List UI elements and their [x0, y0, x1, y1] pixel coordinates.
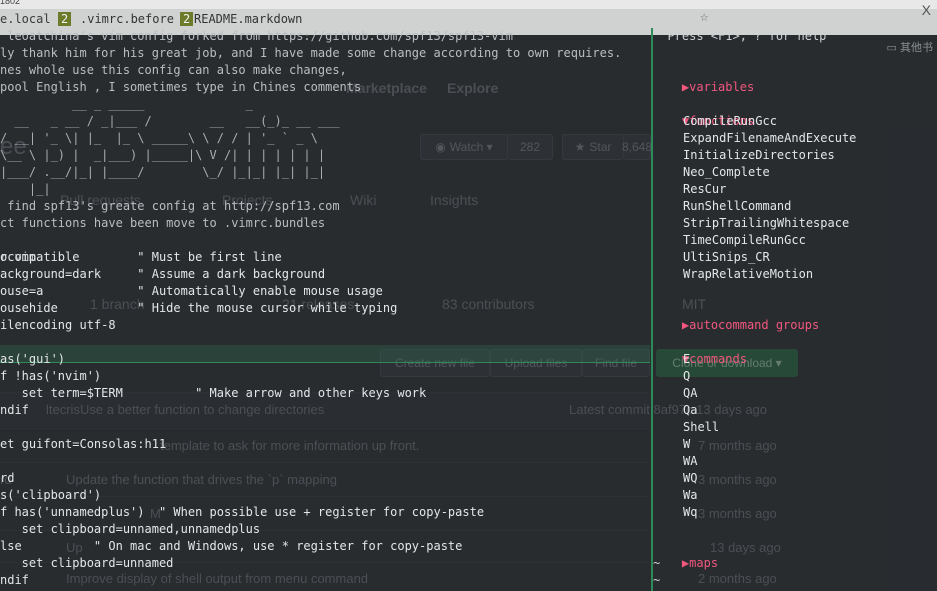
empty-line-tilde: ~: [653, 573, 661, 587]
tagbar-tag[interactable]: TimeCompileRunGcc: [683, 232, 806, 249]
empty-line-tilde: ~: [653, 556, 661, 570]
code-line: set term=$TERM " Make arrow and other ke…: [0, 386, 427, 400]
ascii-art-line: __ _ __ / _|___ / __ __(_)_ __ ___: [0, 114, 340, 128]
tagbar-group-label: maps: [689, 556, 719, 570]
code-line-current: ilencoding utf-8: [0, 318, 116, 332]
code-line: find spf13's greate config at http://spf…: [0, 199, 340, 213]
code-line: f has('unnamedplus') " When possible use…: [0, 505, 485, 519]
browser-title-text: 1802: [0, 0, 21, 6]
tagbar-tag[interactable]: Wq: [683, 504, 697, 521]
bookmark-star-icon[interactable]: ☆: [700, 9, 708, 25]
ascii-art-line: |___/ .__/|_| |____/ \_/ |_|_| |_| |_|: [0, 165, 326, 179]
tagbar-tag[interactable]: Qa: [683, 402, 697, 419]
code-line: et guifont=Consolas:h11: [0, 437, 167, 451]
ascii-art-line: / __| '_ \| |_ |_ \ _____\ \ / / | '_ ` …: [0, 131, 318, 145]
code-line: ousehide " Hide the mouse cursor while t…: [0, 301, 398, 315]
tagbar-tag[interactable]: WA: [683, 453, 697, 470]
code-line: leoatchina's vim config forked from http…: [0, 29, 513, 43]
tagbar-group-maps[interactable]: ▶maps: [653, 538, 718, 570]
vim-tab[interactable]: .vimrc.before: [80, 12, 174, 26]
vim-tab-count: 2: [58, 12, 72, 26]
tagbar-tag[interactable]: Shell: [683, 419, 719, 436]
code-line: set clipboard=unnamed,unnamedplus: [0, 522, 261, 536]
tagbar-group-variables[interactable]: ▶variables: [653, 62, 754, 94]
tagbar-tag[interactable]: WrapRelativeMotion: [683, 266, 813, 283]
code-line: f !has('nvim'): [0, 369, 102, 383]
code-line: ly thank him for his great job, and I ha…: [0, 46, 622, 60]
code-line: ndif: [0, 403, 29, 417]
ascii-art-line: \__ \ |_) | _|___) |_____|\ V /| | | | |…: [0, 148, 326, 162]
cursor-line: [0, 345, 650, 363]
tagbar-group-commands[interactable]: ▼commands: [653, 334, 747, 366]
vim-tab-active[interactable]: README.markdown: [194, 12, 302, 26]
code-line: ndif: [0, 573, 29, 587]
tagbar-group-label: commands: [689, 352, 747, 366]
tagbar-tag[interactable]: QA: [683, 385, 697, 402]
code-line: set clipboard=unnamed: [0, 556, 174, 570]
tagbar-tag[interactable]: ResCur: [683, 181, 726, 198]
code-line: lse " On mac and Windows, use * register…: [0, 539, 463, 553]
code-line: rd: [0, 471, 15, 485]
tagbar-panel[interactable]: " Press <F1>, ? for help ▶variables ▼fun…: [651, 28, 937, 591]
code-line: ouse=a " Automatically enable mouse usag…: [0, 284, 383, 298]
tagbar-tag[interactable]: Neo_Complete: [683, 164, 770, 181]
tagbar-tag[interactable]: UltiSnips_CR: [683, 249, 770, 266]
code-line: ct functions have been move to .vimrc.bu…: [0, 216, 326, 230]
browser-title-strip: 1802: [0, 0, 937, 9]
code-line: s('clipboard'): [0, 488, 102, 502]
tagbar-tag[interactable]: RunShellCommand: [683, 198, 791, 215]
tagbar-group-label: variables: [689, 80, 755, 94]
tagbar-tag[interactable]: CompileRunGcc: [683, 113, 777, 130]
tagbar-tag[interactable]: InitializeDirectories: [683, 147, 835, 164]
code-line: pool English , I sometimes type in Chine…: [0, 80, 362, 94]
ascii-art-line: __ _ _____ _: [0, 97, 253, 111]
tagbar-tag[interactable]: E: [683, 351, 690, 368]
tagbar-tag[interactable]: StripTrailingWhitespace: [683, 215, 849, 232]
ascii-art-line: |_|: [0, 182, 51, 196]
tagbar-help: " Press <F1>, ? for help: [653, 29, 827, 43]
tagbar-group-functions[interactable]: ▼functions: [653, 96, 754, 128]
tagbar-tag[interactable]: Q: [683, 368, 690, 385]
vim-tab[interactable]: e.local: [0, 12, 51, 26]
tagbar-tag[interactable]: WQ: [683, 470, 697, 487]
vim-tab-count: 2: [180, 12, 194, 26]
tagbar-group-label: autocommand groups: [689, 318, 820, 332]
close-icon[interactable]: X: [922, 2, 931, 18]
tagbar-tag[interactable]: W: [683, 436, 690, 453]
code-line: ocompatible " Must be first line: [0, 250, 282, 264]
vim-buffer[interactable]: leoatchina's vim config forked from http…: [0, 28, 650, 591]
code-line: nes whole use this config can also make …: [0, 63, 347, 77]
tagbar-group-autocommand-groups[interactable]: ▶autocommand groups: [653, 300, 819, 332]
tagbar-tag[interactable]: Wa: [683, 487, 697, 504]
code-line: ackground=dark " Assume a dark backgroun…: [0, 267, 326, 281]
code-line: as('gui'): [0, 352, 66, 366]
tagbar-tag[interactable]: ExpandFilenameAndExecute: [683, 130, 856, 147]
vim-tabline: e.local 2 .vimrc.before 2 README.markdow…: [0, 9, 660, 29]
